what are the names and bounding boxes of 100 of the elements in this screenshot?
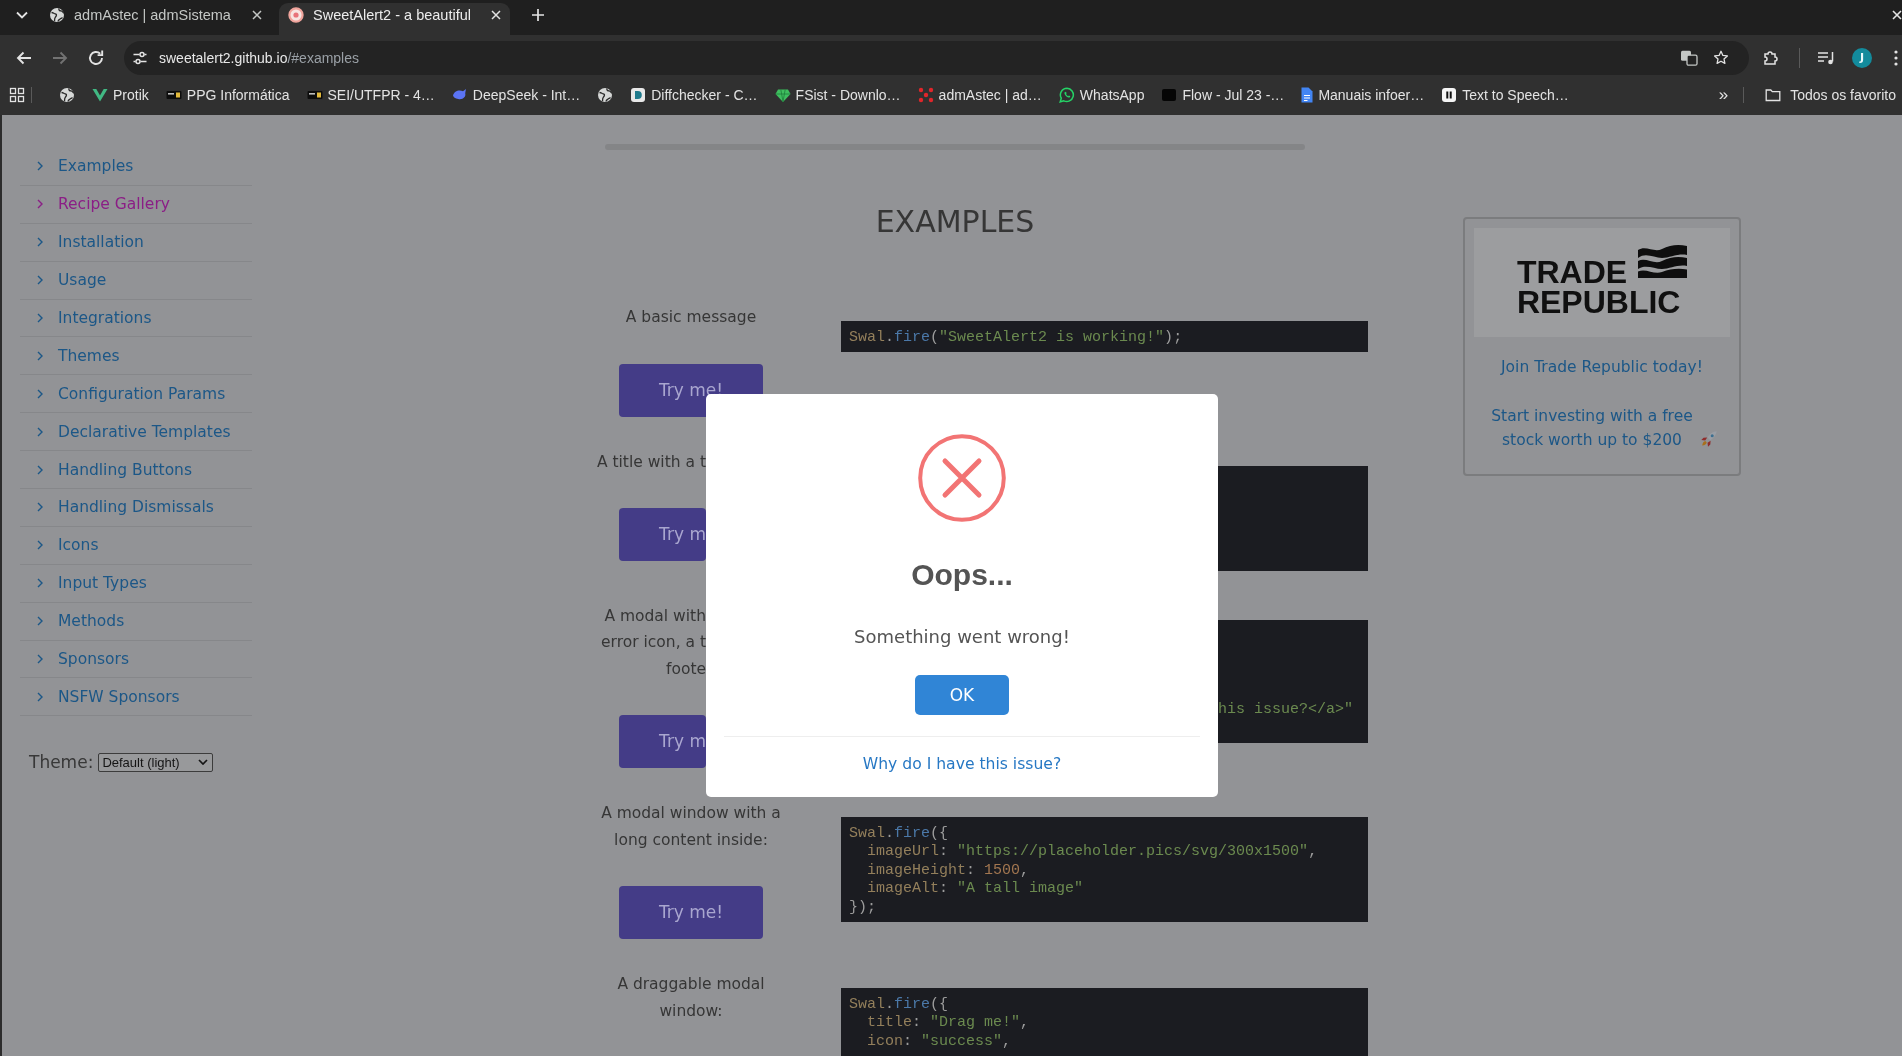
apps-grid-icon[interactable] — [9, 86, 25, 103]
sidebar-link[interactable]: Examples — [37, 157, 134, 176]
bookmark-link[interactable]: Diffchecker - C… — [630, 86, 758, 103]
code-line: Swal.fire("SweetAlert2 is working!"); — [849, 328, 1183, 346]
code-line: imageAlt: "A tall image" — [866, 880, 1084, 897]
sidebar-link[interactable]: Installation — [37, 233, 144, 252]
menu-icon[interactable] — [1894, 49, 1898, 66]
translate-icon[interactable] — [1680, 49, 1698, 66]
chevron-down-icon[interactable] — [16, 11, 28, 19]
bookmark-link[interactable]: Text to Speech… — [1441, 86, 1569, 103]
address-field[interactable]: sweetalert2.github.io/#examples — [124, 40, 1749, 75]
globe-icon[interactable] — [597, 86, 614, 103]
code-line: his issue?</a>" — [1218, 701, 1354, 718]
chevron-right-icon — [37, 161, 43, 172]
theme-select[interactable]: Default (light) — [98, 752, 214, 772]
globe-icon — [49, 7, 65, 23]
v-logo-icon — [92, 86, 108, 103]
chevron-right-icon — [37, 350, 43, 361]
star-icon[interactable] — [1713, 49, 1729, 66]
example-description: error icon, a t — [601, 632, 706, 653]
chevron-right-icon — [37, 540, 43, 551]
sidebar-link[interactable]: Themes — [37, 346, 120, 365]
ok-button[interactable]: OK — [915, 675, 1009, 715]
ring-icon — [288, 7, 304, 23]
chevron-right-icon — [37, 426, 43, 437]
sidebar-link[interactable]: Integrations — [37, 309, 152, 327]
chevron-right-icon — [37, 691, 43, 702]
sidebar-link[interactable]: Icons — [37, 536, 99, 555]
sidebar-link[interactable]: Methods — [37, 612, 125, 631]
chat-bubble-icon — [1058, 86, 1075, 103]
code-line: Swal.fire({ — [849, 824, 949, 842]
sidebar-link[interactable]: Input Types — [37, 574, 147, 593]
code-line: imageUrl: "https://placeholder.pics/svg/300x1500", — [866, 843, 1318, 860]
sidebar-link[interactable]: NSFW Sponsors — [37, 687, 180, 706]
browser-tab[interactable]: admAstec | admSistema — [40, 3, 271, 35]
bookmark-link[interactable]: DeepSeek - Int… — [451, 86, 581, 103]
bookmark-link[interactable]: Protik — [92, 86, 149, 103]
close-icon[interactable] — [1892, 10, 1902, 20]
document-icon — [1301, 86, 1314, 103]
sidebar-link[interactable]: Usage — [37, 271, 107, 290]
bookmark-link[interactable]: Flow - Jul 23 -… — [1161, 86, 1285, 103]
pause-icon — [1441, 86, 1458, 103]
example-description: A basic message — [625, 307, 757, 328]
bookmark-link[interactable]: FSist - Downlo… — [774, 86, 901, 103]
chevron-right-icon — [37, 199, 43, 210]
dots-icon — [917, 86, 934, 103]
puzzle-icon[interactable] — [1762, 48, 1780, 67]
code-line: Swal.fire({ — [849, 995, 949, 1013]
chevron-right-icon — [37, 313, 43, 323]
folder-icon — [1765, 86, 1782, 103]
logo-text: REPUBLIC — [1516, 286, 1682, 317]
try-button[interactable]: Try me! — [619, 886, 763, 939]
chevron-right-icon — [37, 275, 43, 286]
section-heading: EXAMPLES — [875, 204, 1035, 240]
example-description: A draggable modal window: — [616, 974, 766, 1022]
sidebar-link[interactable]: Sponsors — [37, 650, 129, 668]
plus-icon[interactable] — [531, 8, 545, 22]
theme-label: Theme: — [29, 752, 94, 773]
dialog-message: Something went wrong! — [854, 625, 1070, 649]
example-description: A modal with — [604, 605, 706, 627]
code-line: icon: "success", — [866, 1032, 1012, 1050]
globe-icon[interactable] — [59, 86, 75, 103]
example-description: A modal window with a long content inside: — [600, 803, 782, 851]
tune-icon[interactable] — [132, 49, 148, 66]
sidebar-link[interactable]: Recipe Gallery — [37, 195, 170, 214]
square-icon — [1161, 86, 1178, 103]
bookmark-link[interactable]: SEI/UTFPR - 4… — [306, 86, 435, 103]
example-description: foote — [665, 658, 706, 680]
bookmark-link[interactable]: WhatsApp — [1058, 86, 1145, 103]
error-icon — [918, 434, 1006, 522]
dialog-title: Oops... — [911, 557, 1013, 593]
ad-headline[interactable]: Join Trade Republic today! — [1501, 358, 1703, 376]
sidebar-link[interactable]: Handling Buttons — [37, 460, 192, 479]
chevron-right-icon — [37, 502, 43, 513]
sidebar-link[interactable]: Configuration Params — [37, 384, 226, 403]
code-line: title: "Drag me!", — [866, 1014, 1030, 1031]
playlist-icon[interactable] — [1817, 49, 1835, 66]
footer-link[interactable]: Why do I have this issue? — [862, 752, 1062, 775]
chevron-right-icon — [37, 388, 43, 399]
rocket-icon — [1700, 430, 1718, 448]
ad-text[interactable]: Start investing with a free stock worth up to $200 — [1486, 404, 1698, 452]
bookmark-link[interactable]: admAstec | ad… — [917, 86, 1042, 103]
caret-icon — [198, 759, 209, 766]
try-button[interactable]: Try m — [619, 508, 706, 561]
sidebar-link[interactable]: Declarative Templates — [37, 422, 231, 441]
bookmark-link[interactable]: PPG Informática — [165, 86, 290, 103]
browser-tab[interactable]: SweetAlert2 - a beautiful — [279, 3, 510, 35]
close-icon[interactable] — [491, 10, 501, 20]
bookmarks-folder[interactable]: Todos os favorito — [1765, 86, 1896, 103]
logo-text: TRADE — [1516, 256, 1628, 287]
sidebar-link[interactable]: Handling Dismissals — [37, 498, 214, 517]
bookmark-link[interactable]: Manuais infoer… — [1301, 86, 1425, 103]
chevron-right-icon — [37, 616, 43, 627]
close-icon[interactable] — [252, 10, 262, 20]
try-button[interactable]: Try m — [619, 715, 706, 768]
chevron-right-icon — [37, 654, 43, 664]
more-bookmarks-button[interactable]: » — [1718, 84, 1729, 105]
profile-avatar[interactable]: J — [1852, 47, 1872, 68]
wave-flag-icon — [1638, 243, 1688, 278]
code-line: imageHeight: 1500, — [866, 861, 1030, 879]
